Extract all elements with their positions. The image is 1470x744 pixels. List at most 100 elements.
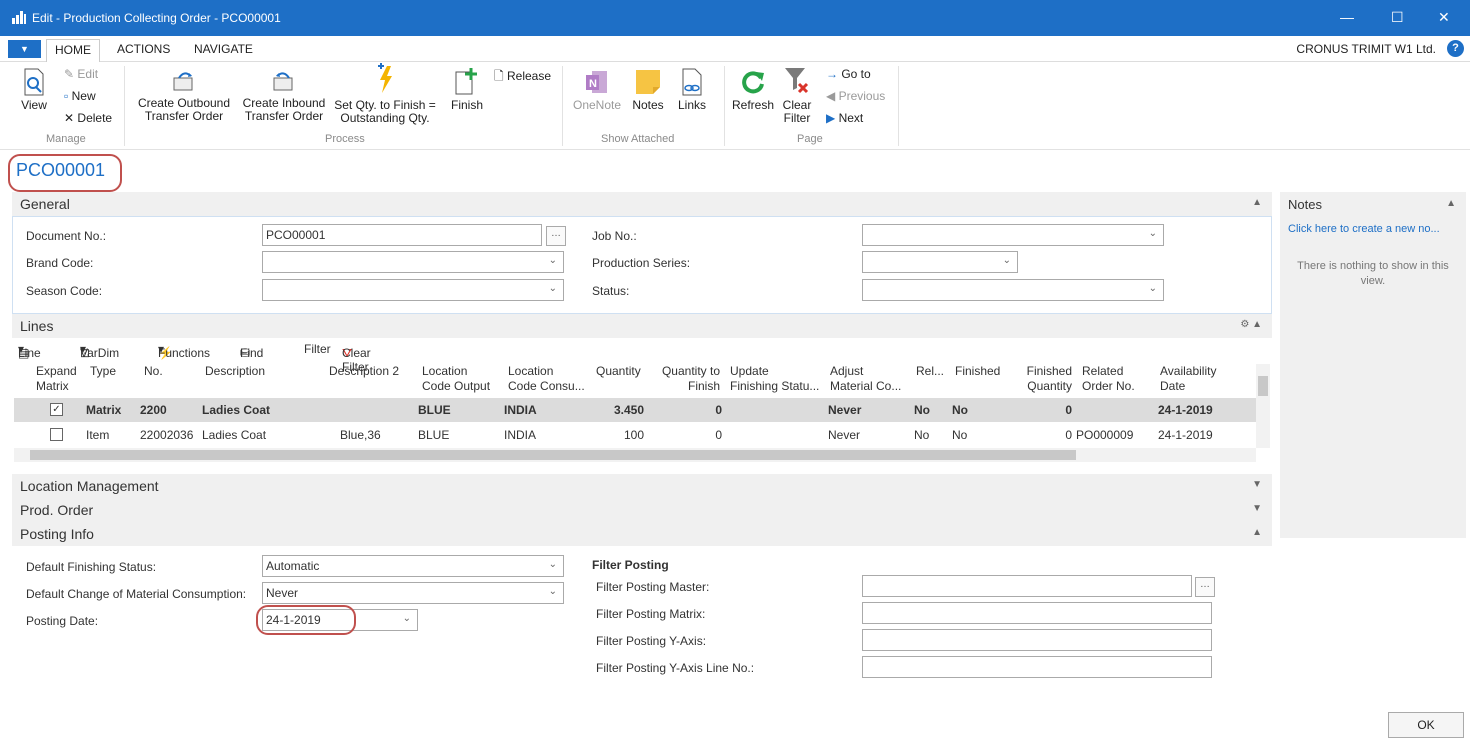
expand-checkbox[interactable]: ✓ [50,403,63,416]
goto-button[interactable]: → Go to [826,67,871,81]
chevron-down-icon: ⌄ [548,255,557,266]
tab-navigate[interactable]: NAVIGATE [194,42,253,56]
section-lines-header[interactable]: Lines ⚙ ▲ [12,314,1272,338]
cell-qty-to-finish: 0 [715,428,722,442]
col-related-order[interactable]: Related Order No. [1082,364,1135,394]
x-icon: ✕ [64,111,75,125]
refresh-button[interactable]: Refresh [730,68,776,112]
col-description[interactable]: Description [205,364,265,379]
edit-button[interactable]: ✎ Edit [64,67,98,81]
chevron-up-icon[interactable]: ⚙ ▲ [1240,319,1262,330]
new-button[interactable]: ▫ New [64,89,96,103]
close-button[interactable]: ✕ [1438,9,1450,26]
col-update-finishing-status[interactable]: Update Finishing Statu... [730,364,819,394]
status-field[interactable]: ⌄ [862,279,1164,301]
cell-availability-date: 24-1-2019 [1158,428,1213,442]
section-posting-info-header[interactable]: Posting Info ▲ [12,522,1272,546]
cell-released: No [914,428,930,442]
window-title-bar: Edit - Production Collecting Order - PCO… [0,0,1470,36]
horizontal-scrollbar[interactable] [14,448,1256,462]
cell-finished: No [952,428,968,442]
section-general-title: General [20,196,70,212]
document-no-field[interactable]: PCO00001 [262,224,542,246]
col-type[interactable]: Type [90,364,116,379]
maximize-button[interactable]: ☐ [1391,9,1404,26]
finish-icon [455,68,477,95]
cell-adjust: Never [828,403,862,417]
company-name[interactable]: CRONUS TRIMIT W1 Ltd. [1296,42,1436,56]
default-change-field[interactable]: Never ⌄ [262,582,564,604]
col-expand-matrix[interactable]: Expand Matrix [36,364,77,394]
filter-y-line-field[interactable] [862,656,1212,678]
cell-finished-qty: 0 [1065,403,1072,417]
ok-button[interactable]: OK [1388,712,1464,738]
col-location-output[interactable]: Location Code Output [422,364,490,394]
help-icon[interactable]: ? [1447,40,1464,57]
brand-code-label: Brand Code: [26,256,94,270]
release-button[interactable]: 🗋 Release [494,67,551,88]
chevron-down-icon: ⌄ [548,283,557,294]
vertical-scrollbar[interactable] [1256,364,1270,448]
col-description2[interactable]: Description 2 [329,364,399,379]
tab-home[interactable]: HOME [46,39,100,63]
view-button[interactable]: View [14,68,54,112]
chevron-down-icon: ⌄ [1148,283,1157,294]
create-inbound-transfer-button[interactable]: Create Inbound Transfer Order [238,70,330,123]
next-button[interactable]: ▶ Next [826,111,863,125]
scrollbar-thumb[interactable] [30,450,1076,460]
functions-menu[interactable]: ⚡ Functions ▾ [158,342,210,360]
window-title: Edit - Production Collecting Order - PCO… [32,11,281,25]
col-availability-date[interactable]: Availability Date [1160,364,1216,394]
cell-location-output: BLUE [418,428,450,442]
col-adjust-material[interactable]: Adjust Material Co... [830,364,901,394]
table-row[interactable]: Item 22002036 Ladies Coat Blue,36 BLUE I… [14,423,1256,447]
lookup-button[interactable]: … [1195,577,1215,597]
col-finished[interactable]: Finished [955,364,1000,379]
create-outbound-transfer-button[interactable]: Create Outbound Transfer Order [134,70,234,123]
expand-checkbox[interactable] [50,428,63,441]
finish-button[interactable]: Finish [446,66,488,112]
links-button[interactable]: Links [672,68,712,112]
cell-description: Ladies Coat [202,428,267,442]
col-quantity-to-finish[interactable]: Quantity to Finish [658,364,720,394]
notes-button[interactable]: Notes [628,68,668,112]
create-note-link[interactable]: Click here to create a new no... [1288,223,1440,235]
filter-y-field[interactable] [862,629,1212,651]
filter-button[interactable]: Filter [304,342,331,356]
highlight-annotation [256,605,356,635]
scrollbar-thumb[interactable] [1258,376,1268,396]
line-menu[interactable]: ▤ Line ▾ [18,342,41,360]
col-no[interactable]: No. [144,364,163,379]
clear-filter-button[interactable]: Clear Filter [778,66,816,125]
vardim-menu[interactable]: ⊡ VarDim ▾ [80,342,119,360]
tab-actions[interactable]: ACTIONS [117,42,170,56]
job-no-label: Job No.: [592,229,637,243]
lookup-button[interactable]: … [546,226,566,246]
links-icon [682,68,702,96]
default-finishing-status-field[interactable]: Automatic ⌄ [262,555,564,577]
col-released[interactable]: Rel... [916,364,944,379]
col-finished-quantity[interactable]: Finished Quantity [1024,364,1072,394]
chevron-up-icon[interactable]: ▲ [1252,197,1262,208]
minimize-button[interactable]: — [1340,9,1354,25]
section-general-header[interactable]: General ▲ [12,192,1272,216]
brand-code-field[interactable]: ⌄ [262,251,564,273]
onenote-button[interactable]: N OneNote [570,68,624,112]
filter-master-field[interactable] [862,575,1192,597]
filter-matrix-field[interactable] [862,602,1212,624]
app-menu-button[interactable]: ▼ [8,40,41,58]
chevron-up-icon[interactable]: ▲ [1446,198,1456,209]
delete-button[interactable]: ✕ Delete [64,111,112,125]
col-quantity[interactable]: Quantity [596,364,641,379]
table-row[interactable]: ✓ Matrix 2200 Ladies Coat BLUE INDIA 3.4… [14,398,1256,422]
season-code-field[interactable]: ⌄ [262,279,564,301]
production-series-field[interactable]: ⌄ [862,251,1018,273]
section-prod-order-header[interactable]: Prod. Order ▼ [12,498,1272,522]
section-location-management-header[interactable]: Location Management ▼ [12,474,1272,498]
chevron-down-icon: ⌄ [1002,255,1011,266]
job-no-field[interactable]: ⌄ [862,224,1164,246]
view-label: View [21,98,47,112]
previous-button[interactable]: ◀ Previous [826,89,885,103]
col-location-consumption[interactable]: Location Code Consu... [508,364,585,394]
set-qty-to-finish-button[interactable]: Set Qty. to Finish = Outstanding Qty. [330,62,440,125]
